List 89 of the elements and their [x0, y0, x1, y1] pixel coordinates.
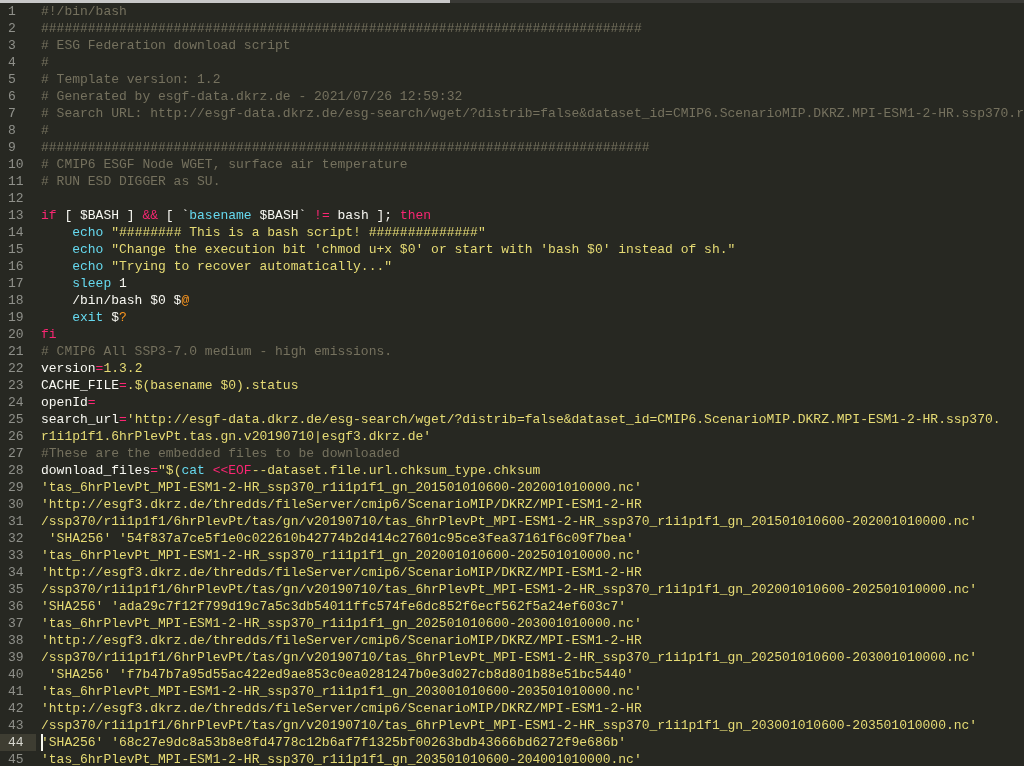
code-line: 'tas_6hrPlevPt_MPI-ESM1-2-HR_ssp370_r1i1p1f1_gn_202001010600-202501010000.nc': [41, 547, 642, 564]
code-line: 'http://esgf3.dkrz.de/thredds/fileServer/cmip6/ScenarioMIP/DKRZ/MPI-ESM1-2-HR: [41, 496, 642, 513]
code-line: /ssp370/r1i1p1f1/6hrPlevPt/tas/gn/v20190710/tas_6hrPlevPt_MPI-ESM1-2-HR_ssp370_r1i1p1f1_gn_202001010600-202501010000.nc': [41, 581, 978, 598]
line-number: 32: [7, 530, 25, 547]
code-line: # ESG Federation download script: [41, 37, 291, 54]
line-number: 37: [7, 615, 25, 632]
code-line: /ssp370/r1i1p1f1/6hrPlevPt/tas/gn/v20190710/tas_6hrPlevPt_MPI-ESM1-2-HR_ssp370_r1i1p1f1_gn_202501010600-203001010000.nc': [41, 649, 978, 666]
line-number: 27: [7, 445, 25, 462]
code-line: 'http://esgf3.dkrz.de/thredds/fileServer/cmip6/ScenarioMIP/DKRZ/MPI-ESM1-2-HR: [41, 564, 642, 581]
line-number: 44: [0, 734, 36, 751]
line-number: 9: [7, 139, 17, 156]
code-line: 'tas_6hrPlevPt_MPI-ESM1-2-HR_ssp370_r1i1p1f1_gn_203001010600-203501010000.nc': [41, 683, 642, 700]
line-number: 15: [7, 241, 25, 258]
line-number: 25: [7, 411, 25, 428]
line-number: 31: [7, 513, 25, 530]
code-line: 'tas_6hrPlevPt_MPI-ESM1-2-HR_ssp370_r1i1p1f1_gn_201501010600-202001010000.nc': [41, 479, 642, 496]
code-line: # Generated by esgf-data.dkrz.de - 2021/07/26 12:59:32: [41, 88, 463, 105]
line-number: 33: [7, 547, 25, 564]
code-line: # Template version: 1.2: [41, 71, 221, 88]
code-line: 'SHA256' 'ada29c7f12f799d19c7a5c3db54011ffc574fe6dc852f6ecf562f5a24ef603c7': [41, 598, 627, 615]
line-number: 20: [7, 326, 25, 343]
line-number: 29: [7, 479, 25, 496]
code-line: 'tas_6hrPlevPt_MPI-ESM1-2-HR_ssp370_r1i1p1f1_gn_203501010600-204001010000.nc': [41, 751, 642, 766]
code-line: fi: [41, 326, 57, 343]
code-line: echo "######## This is a bash script! ##############": [71, 224, 486, 241]
line-number: 30: [7, 496, 25, 513]
code-line: # RUN ESD DIGGER as SU.: [41, 173, 221, 190]
code-line: 'http://esgf3.dkrz.de/thredds/fileServer/cmip6/ScenarioMIP/DKRZ/MPI-ESM1-2-HR: [41, 632, 642, 649]
code-line: exit $?: [71, 309, 127, 326]
line-number: 34: [7, 564, 25, 581]
code-line: 'SHA256' 'f7b47b7a95d55ac422ed9ae853c0ea0281247b0e3d027cb8d801b88e51bc5440': [47, 666, 634, 683]
line-number: 24: [7, 394, 25, 411]
code-line: #############################################################################: [41, 20, 642, 37]
line-number: 36: [7, 598, 25, 615]
code-line: /bin/bash $0 $@: [71, 292, 190, 309]
line-number: 10: [7, 156, 25, 173]
line-number: 45: [7, 751, 25, 766]
line-number: 35: [7, 581, 25, 598]
code-line: /ssp370/r1i1p1f1/6hrPlevPt/tas/gn/v20190710/tas_6hrPlevPt_MPI-ESM1-2-HR_ssp370_r1i1p1f1_gn_201501010600-202001010000.nc': [41, 513, 978, 530]
code-line: version=1.3.2: [41, 360, 143, 377]
line-number: 39: [7, 649, 25, 666]
line-number: 21: [7, 343, 25, 360]
line-number: 12: [7, 190, 25, 207]
code-line: if [ $BASH ] && [ `basename $BASH` != bash ]; then: [41, 207, 432, 224]
line-number: 19: [7, 309, 25, 326]
code-line: #: [41, 54, 49, 71]
line-number: 11: [7, 173, 25, 190]
line-number: 1: [7, 3, 17, 20]
code-line: CACHE_FILE=.$(basename $0).status: [41, 377, 299, 394]
code-line: echo "Change the execution bit 'chmod u+x $0' or start with 'bash $0' instead of sh.": [71, 241, 736, 258]
line-number: 7: [7, 105, 17, 122]
code-line: #!/bin/bash: [41, 3, 127, 20]
code-line: #: [41, 122, 49, 139]
line-number: 8: [7, 122, 17, 139]
code-line: openId=: [41, 394, 96, 411]
code-line: 'tas_6hrPlevPt_MPI-ESM1-2-HR_ssp370_r1i1p1f1_gn_202501010600-203001010000.nc': [41, 615, 642, 632]
line-number: 14: [7, 224, 25, 241]
line-number: 13: [7, 207, 25, 224]
code-line: # Search URL: http://esgf-data.dkrz.de/esg-search/wget/?distrib=false&dataset_id=CMIP6.ScenarioMIP.DKRZ.MPI-ESM1-2-HR.ssp370.r: [41, 105, 1024, 122]
code-line: sleep 1: [71, 275, 127, 292]
code-line: # CMIP6 ESGF Node WGET, surface air temperature: [41, 156, 408, 173]
line-number: 42: [7, 700, 25, 717]
line-number: 4: [7, 54, 17, 71]
line-number: 3: [7, 37, 17, 54]
line-number: 26: [7, 428, 25, 445]
line-number: 41: [7, 683, 25, 700]
line-number: 2: [7, 20, 17, 37]
line-number: 17: [7, 275, 25, 292]
line-number: 23: [7, 377, 25, 394]
code-line: ##############################################################################: [41, 139, 650, 156]
line-number: 43: [7, 717, 25, 734]
code-line: search_url='http://esgf-data.dkrz.de/esg-search/wget/?distrib=false&dataset_id=CMIP6.ScenarioMIP.DKRZ.MPI-ESM1-2-HR.ssp370.: [41, 411, 1001, 428]
line-number: 18: [7, 292, 25, 309]
line-number: 6: [7, 88, 17, 105]
code-line: # CMIP6 All SSP3-7.0 medium - high emissions.: [41, 343, 393, 360]
line-number: 5: [7, 71, 17, 88]
line-number: 40: [7, 666, 25, 683]
line-number: 22: [7, 360, 25, 377]
code-line: 'SHA256' '68c27e9dc8a53b8e8fd4778c12b6af7f1325bf00263bdb43666bd6272f9e686b': [41, 734, 627, 751]
code-line: download_files="$(cat <<EOF--dataset.file.url.chksum_type.chksum: [41, 462, 541, 479]
code-line: 'http://esgf3.dkrz.de/thredds/fileServer/cmip6/ScenarioMIP/DKRZ/MPI-ESM1-2-HR: [41, 700, 642, 717]
line-number: 38: [7, 632, 25, 649]
code-line: 'SHA256' '54f837a7ce5f1e0c022610b42774b2d414c27601c95ce3fea37161f6c09f7bea': [47, 530, 634, 547]
line-number: 16: [7, 258, 25, 275]
code-line: #These are the embedded files to be downloaded: [41, 445, 400, 462]
line-number: 28: [7, 462, 25, 479]
code-line: /ssp370/r1i1p1f1/6hrPlevPt/tas/gn/v20190710/tas_6hrPlevPt_MPI-ESM1-2-HR_ssp370_r1i1p1f1_gn_203001010600-203501010000.nc': [41, 717, 978, 734]
code-line: r1i1p1f1.6hrPlevPt.tas.gn.v20190710|esgf3.dkrz.de': [41, 428, 432, 445]
code-line: echo "Trying to recover automatically...": [71, 258, 393, 275]
